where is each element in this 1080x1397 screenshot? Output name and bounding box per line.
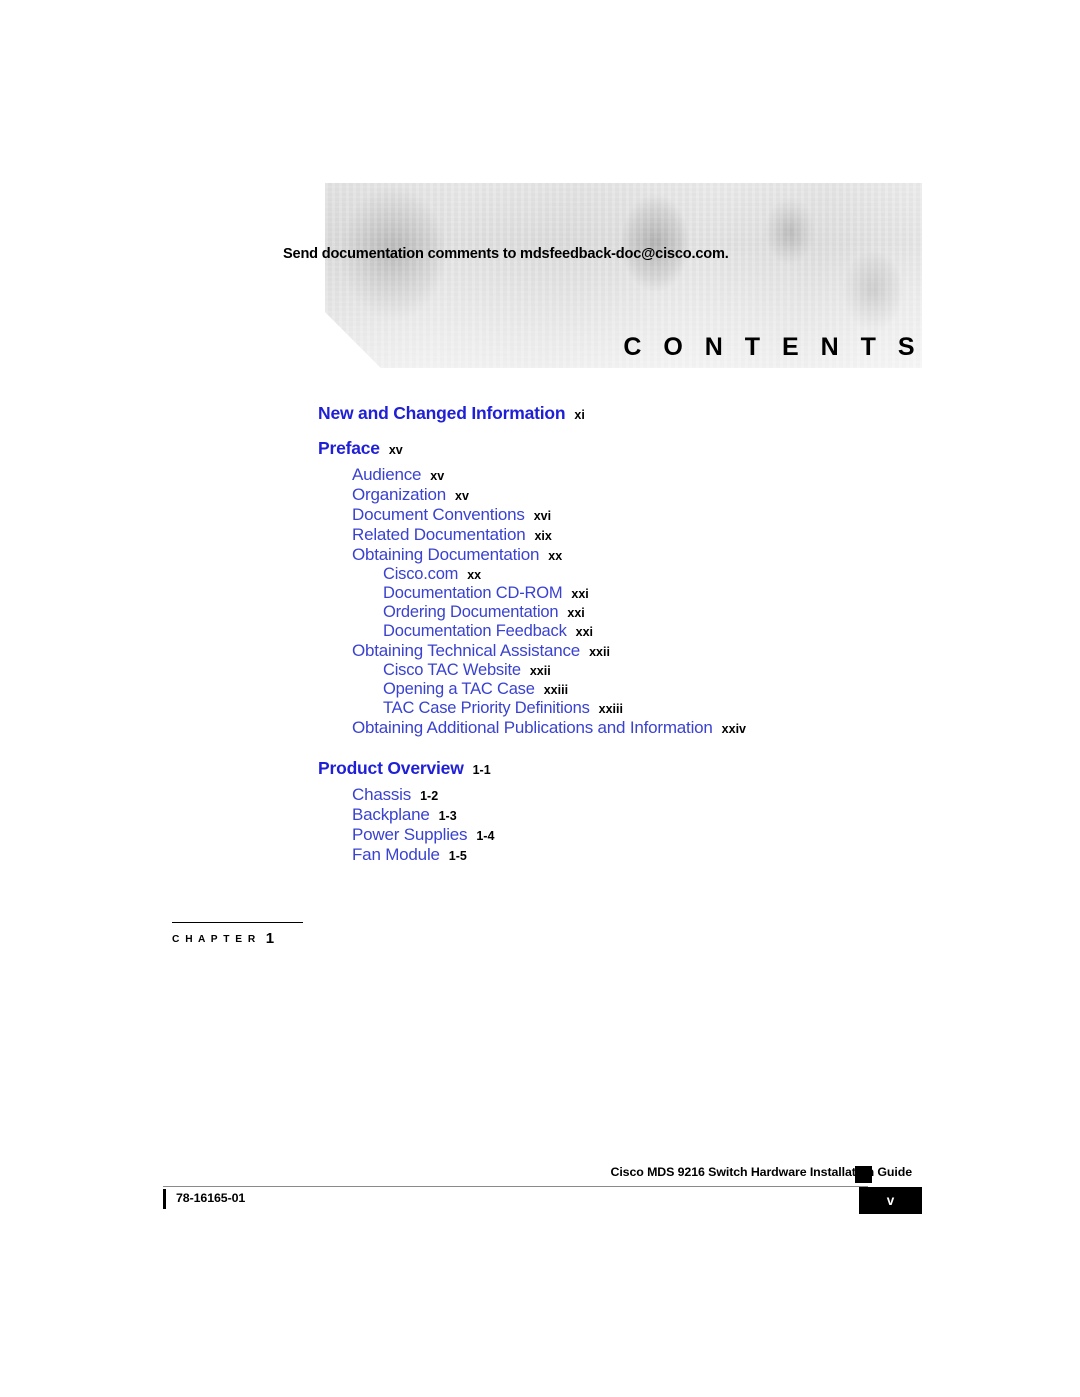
toc-entry-page: 1-3 [438,809,457,823]
toc-entry-page: xxii [589,645,610,659]
toc-entry-page: xxiii [598,702,623,716]
toc-entry[interactable]: Organization xv [352,485,1080,505]
toc-entry-page: xxii [529,664,551,678]
toc-entry-title: Chassis [352,785,412,804]
toc-entry[interactable]: Documentation CD-ROM xxi [383,584,1080,603]
toc-entry[interactable]: Obtaining Documentation xx [352,545,1080,565]
toc-entry-title: Preface [318,438,380,458]
toc-entry[interactable]: Obtaining Technical Assistance xxii [352,641,1080,661]
toc-entry-page: 1-1 [472,763,491,777]
document-page: Send documentation comments to mdsfeedba… [0,0,1080,1397]
toc-entry-page: 1-4 [476,829,495,843]
toc-entry[interactable]: Power Supplies 1-4 [352,825,1080,845]
toc-entry-page: xx [548,549,563,563]
toc-entry-page: xxiii [543,683,569,697]
toc-entry-page: xvi [533,509,552,523]
toc-entry-page: xxi [575,625,594,639]
chapter-marker: C H A P T E R 1 [172,922,312,947]
footer-page-number: v [886,1193,895,1208]
toc-entry-title: Ordering Documentation [383,603,559,621]
toc-entry[interactable]: Document Conventions xvi [352,505,1080,525]
toc-entry[interactable]: Audience xv [352,465,1080,485]
toc-entry-page: 1-5 [448,849,467,863]
toc-entry-page: xv [430,469,445,483]
toc-entry-page: 1-2 [420,789,439,803]
toc-entry-title: Cisco TAC Website [383,661,521,679]
toc-entry-title: New and Changed Information [318,403,566,423]
toc-entry-page: xxi [567,606,585,620]
toc-entry[interactable]: Related Documentation xix [352,525,1080,545]
toc-entry-title: Product Overview [318,758,464,778]
toc-entry-title: TAC Case Priority Definitions [383,699,590,717]
page-footer: Cisco MDS 9216 Switch Hardware Installat… [0,1165,1080,1235]
toc-entry-page: xix [534,529,552,543]
table-of-contents: New and Changed Information xi Preface xv Au… [0,403,1080,865]
chapter-marker-number: 1 [265,930,275,947]
chapter-marker-rule [172,922,303,923]
toc-entry-title: Obtaining Documentation [352,545,540,564]
toc-entry-title: Audience [352,465,422,484]
toc-entry-page: xxi [571,587,589,601]
toc-entry[interactable]: Cisco TAC Website xxii [383,661,1080,680]
toc-entry-title: Power Supplies [352,825,468,844]
toc-entry[interactable]: Ordering Documentation xxi [383,603,1080,622]
toc-entry[interactable]: Preface xv [318,438,1080,459]
toc-entry-title: Cisco.com [383,565,459,583]
toc-entry-title: Backplane [352,805,430,824]
toc-entry[interactable]: Obtaining Additional Publications and In… [352,718,1080,738]
toc-entry-page: xi [574,408,585,422]
footer-document-number: 78-16165-01 [176,1191,246,1205]
toc-entry-title: Obtaining Additional Publications and In… [352,718,713,737]
feedback-notice: Send documentation comments to mdsfeedba… [283,246,729,262]
toc-entry[interactable]: Backplane 1-3 [352,805,1080,825]
footer-left-tick [163,1189,166,1209]
toc-entry-title: Documentation CD-ROM [383,584,563,602]
toc-entry-title: Related Documentation [352,525,526,544]
chapter-marker-label: C H A P T E R [172,934,257,945]
footer-divider [163,1186,868,1187]
toc-entry[interactable]: Opening a TAC Case xxiii [383,680,1080,699]
toc-entry-page: xv [455,489,469,503]
toc-entry[interactable]: Cisco.com xx [383,565,1080,584]
page-title: C O N T E N T S [623,333,922,361]
toc-entry-page: xv [388,443,403,457]
toc-entry[interactable]: Fan Module 1-5 [352,845,1080,865]
toc-entry-page: xx [467,568,482,582]
toc-entry[interactable]: Chassis 1-2 [352,785,1080,805]
footer-square-marker [855,1166,872,1183]
toc-entry-title: Organization [352,485,446,504]
toc-entry[interactable]: Product Overview 1-1 [318,758,1080,779]
toc-entry-title: Obtaining Technical Assistance [352,641,581,660]
toc-entry[interactable]: Documentation Feedback xxi [383,622,1080,641]
toc-entry-title: Documentation Feedback [383,622,567,640]
toc-entry-title: Fan Module [352,845,440,864]
toc-entry[interactable]: TAC Case Priority Definitions xxiii [383,699,1080,718]
toc-entry-title: Opening a TAC Case [383,680,535,698]
toc-entry-page: xxiv [721,722,747,736]
toc-entry[interactable]: New and Changed Information xi [318,403,1080,424]
toc-entry-title: Document Conventions [352,505,525,524]
